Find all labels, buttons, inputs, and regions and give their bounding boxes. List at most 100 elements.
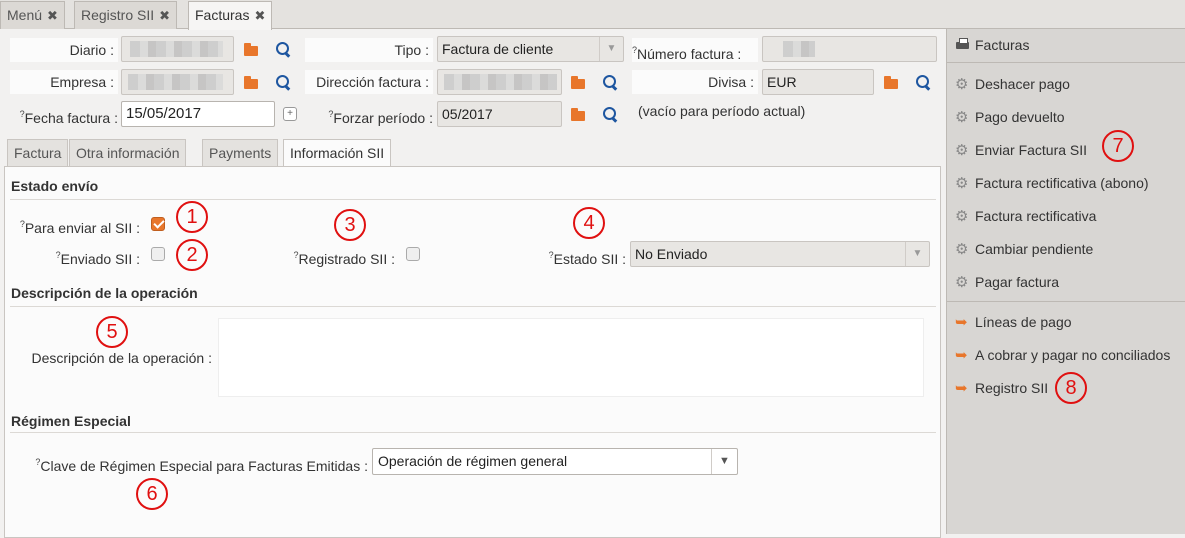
gear-icon bbox=[955, 238, 971, 262]
descripcion-heading: Descripción de la operación bbox=[11, 285, 198, 301]
calendar-icon[interactable]: + bbox=[283, 107, 297, 121]
para-enviar-label: ?Para enviar al SII : bbox=[19, 219, 140, 236]
open-folder-icon[interactable] bbox=[242, 40, 260, 58]
tipo-label: Tipo : bbox=[305, 38, 433, 62]
relate-lineas-de-pago[interactable]: Líneas de pago bbox=[955, 310, 1072, 335]
clave-regimen-label: ?Clave de Régimen Especial para Facturas… bbox=[35, 457, 368, 474]
fecha-factura-input[interactable]: 15/05/2017 bbox=[121, 101, 275, 127]
tab-payments[interactable]: Payments bbox=[202, 139, 279, 166]
gear-icon bbox=[955, 172, 971, 196]
tab-menu[interactable]: Menú ✖ bbox=[0, 1, 65, 29]
tab-label: Registro SII bbox=[81, 7, 155, 23]
descripcion-textarea[interactable] bbox=[218, 318, 924, 397]
divider bbox=[947, 301, 1185, 302]
regimen-especial-heading: Régimen Especial bbox=[11, 413, 131, 429]
forzar-periodo-value: 05/2017 bbox=[442, 106, 493, 122]
annotation-marker: 5 bbox=[96, 316, 128, 348]
divider bbox=[10, 432, 936, 433]
fecha-factura-value: 15/05/2017 bbox=[126, 105, 202, 122]
diario-label: Diario : bbox=[10, 38, 118, 62]
relate-registro-sii[interactable]: Registro SII bbox=[955, 376, 1048, 401]
numero-factura-field[interactable] bbox=[762, 36, 937, 62]
divisa-value: EUR bbox=[767, 74, 797, 90]
tab-registro-sii[interactable]: Registro SII ✖ bbox=[74, 1, 178, 29]
open-folder-icon[interactable] bbox=[242, 73, 260, 91]
annotation-marker: 8 bbox=[1055, 372, 1087, 404]
close-icon[interactable]: ✖ bbox=[159, 8, 170, 23]
direccion-factura-label: Dirección factura : bbox=[305, 70, 433, 94]
arrow-icon bbox=[955, 311, 971, 335]
gear-icon bbox=[955, 271, 971, 295]
chevron-down-icon[interactable]: ▼ bbox=[599, 37, 623, 61]
chevron-down-icon[interactable]: ▼ bbox=[711, 449, 737, 474]
annotation-marker: 3 bbox=[334, 209, 366, 241]
tab-factura[interactable]: Factura bbox=[7, 139, 69, 166]
tab-label: Menú bbox=[7, 7, 43, 23]
empresa-field[interactable] bbox=[121, 69, 234, 95]
forzar-periodo-hint: (vacío para período actual) bbox=[638, 103, 806, 119]
gear-icon bbox=[955, 205, 971, 229]
divisa-field[interactable]: EUR bbox=[762, 69, 874, 95]
close-icon[interactable]: ✖ bbox=[254, 8, 265, 23]
action-deshacer-pago[interactable]: Deshacer pago bbox=[955, 72, 1070, 97]
divisa-label: Divisa : bbox=[632, 70, 758, 94]
arrow-icon bbox=[955, 344, 971, 368]
open-folder-icon[interactable] bbox=[882, 73, 900, 91]
gear-icon bbox=[955, 139, 971, 163]
action-cambiar-pendiente[interactable]: Cambiar pendiente bbox=[955, 237, 1093, 262]
diario-field[interactable] bbox=[121, 36, 234, 62]
search-icon[interactable] bbox=[274, 73, 292, 91]
fecha-factura-label: ?Fecha factura : bbox=[19, 109, 118, 126]
enviado-sii-label: ?Enviado SII : bbox=[55, 250, 140, 267]
gear-icon bbox=[955, 106, 971, 130]
numero-factura-label: ?Número factura : bbox=[632, 38, 758, 62]
tipo-value: Factura de cliente bbox=[442, 41, 554, 57]
enviado-sii-checkbox[interactable] bbox=[151, 247, 165, 261]
clave-regimen-value: Operación de régimen general bbox=[378, 453, 568, 469]
redacted-value bbox=[444, 74, 557, 90]
print-facturas[interactable]: Facturas bbox=[955, 33, 1029, 57]
registrado-sii-checkbox[interactable] bbox=[406, 247, 420, 261]
estado-sii-select[interactable]: No Enviado ▼ bbox=[630, 241, 930, 267]
gear-icon bbox=[955, 73, 971, 97]
clave-regimen-select[interactable]: Operación de régimen general ▼ bbox=[372, 448, 738, 475]
annotation-marker: 1 bbox=[176, 201, 208, 233]
tipo-select[interactable]: Factura de cliente ▼ bbox=[437, 36, 624, 62]
chevron-down-icon[interactable]: ▼ bbox=[905, 242, 929, 266]
annotation-marker: 6 bbox=[136, 478, 168, 510]
tab-label: Facturas bbox=[195, 7, 250, 23]
divider bbox=[10, 199, 936, 200]
forzar-periodo-field[interactable]: 05/2017 bbox=[437, 101, 562, 127]
divider bbox=[947, 62, 1185, 63]
search-icon[interactable] bbox=[914, 73, 932, 91]
search-icon[interactable] bbox=[601, 73, 619, 91]
redacted-value bbox=[128, 74, 223, 90]
close-icon[interactable]: ✖ bbox=[47, 8, 58, 23]
redacted-value bbox=[130, 41, 223, 57]
divider bbox=[10, 306, 936, 307]
tab-otra-informacion[interactable]: Otra información bbox=[69, 139, 187, 166]
action-factura-rectificativa-abono[interactable]: Factura rectificativa (abono) bbox=[955, 171, 1149, 196]
empresa-label: Empresa : bbox=[10, 70, 118, 94]
top-tab-bar: Menú ✖ Registro SII ✖ Facturas ✖ bbox=[0, 0, 1185, 30]
open-folder-icon[interactable] bbox=[569, 73, 587, 91]
relate-a-cobrar-pagar[interactable]: A cobrar y pagar no conciliados bbox=[955, 343, 1170, 368]
search-icon[interactable] bbox=[601, 105, 619, 123]
annotation-marker: 7 bbox=[1102, 130, 1134, 162]
action-pagar-factura[interactable]: Pagar factura bbox=[955, 270, 1059, 295]
tab-facturas[interactable]: Facturas ✖ bbox=[188, 1, 273, 30]
open-folder-icon[interactable] bbox=[569, 105, 587, 123]
annotation-marker: 2 bbox=[176, 239, 208, 271]
action-factura-rectificativa[interactable]: Factura rectificativa bbox=[955, 204, 1096, 229]
action-pago-devuelto[interactable]: Pago devuelto bbox=[955, 105, 1065, 130]
tab-informacion-sii[interactable]: Información SII bbox=[283, 139, 392, 167]
action-sidebar: Facturas Deshacer pago Pago devuelto Env… bbox=[946, 29, 1185, 534]
estado-sii-value: No Enviado bbox=[635, 246, 708, 262]
para-enviar-checkbox[interactable] bbox=[151, 217, 165, 231]
action-enviar-factura-sii[interactable]: Enviar Factura SII bbox=[955, 138, 1087, 163]
search-icon[interactable] bbox=[274, 40, 292, 58]
registrado-sii-label: ?Registrado SII : bbox=[293, 250, 395, 267]
forzar-periodo-label: ?Forzar período : bbox=[328, 109, 433, 126]
direccion-factura-field[interactable] bbox=[437, 69, 562, 95]
arrow-icon bbox=[955, 377, 971, 401]
